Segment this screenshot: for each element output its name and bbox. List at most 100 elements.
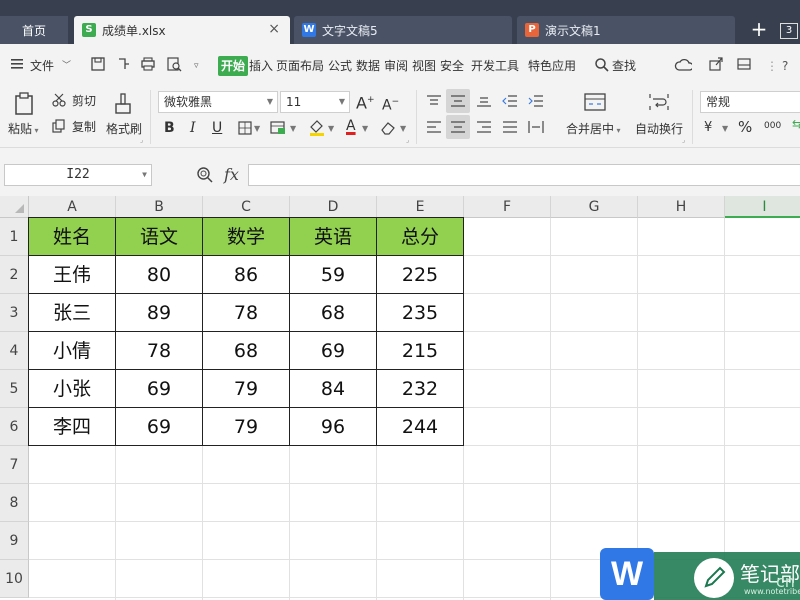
row-header-9[interactable]: 9 (0, 522, 29, 560)
table-cell[interactable]: 96 (290, 408, 377, 446)
increase-indent-icon[interactable] (528, 94, 544, 108)
tab-yanshi-wengao1[interactable]: P 演示文稿1 (517, 16, 735, 44)
underline-icon[interactable]: U (212, 120, 222, 136)
select-all-button[interactable] (0, 196, 29, 218)
table-cell[interactable]: 84 (290, 370, 377, 408)
align-top-icon[interactable] (426, 94, 442, 108)
currency-icon[interactable]: ¥ (704, 120, 712, 136)
bold-icon[interactable]: B (164, 120, 175, 136)
column-header-a[interactable]: A (29, 196, 116, 218)
column-header-c[interactable]: C (203, 196, 290, 218)
percent-button[interactable]: % (738, 119, 752, 135)
table-cell[interactable]: 小张 (29, 370, 116, 408)
table-cell[interactable]: 78 (116, 332, 203, 370)
table-cell[interactable]: 244 (377, 408, 464, 446)
align-right-icon[interactable] (476, 120, 492, 134)
spreadsheet-grid[interactable]: A B C D E F G H I 1 2 3 4 5 6 7 8 9 10 姓名 语文 数学 英语 总分 王伟 80 86 59 22… (0, 196, 800, 600)
file-menu[interactable]: 文件 (30, 56, 54, 76)
save-icon[interactable] (90, 56, 108, 74)
menu-item-kaishi[interactable]: 开始 (218, 56, 249, 76)
row-header-7[interactable]: 7 (0, 446, 29, 484)
hamburger-menu-icon[interactable] (10, 57, 28, 75)
column-header-g[interactable]: G (551, 196, 638, 218)
table-cell[interactable]: 69 (290, 332, 377, 370)
format-painter-icon[interactable] (112, 92, 136, 116)
table-cell[interactable]: 张三 (29, 294, 116, 332)
table-cell[interactable]: 王伟 (29, 256, 116, 294)
chevron-down-icon[interactable]: ▼ (254, 121, 260, 137)
table-cell[interactable]: 232 (377, 370, 464, 408)
align-left-icon[interactable] (426, 120, 442, 134)
print-preview-icon[interactable] (166, 56, 184, 74)
number-format-select[interactable]: 常规 (700, 91, 800, 113)
menu-item-gongshi[interactable]: 公式 (328, 56, 352, 76)
column-header-i[interactable]: I (725, 196, 800, 218)
menu-item-shenyue[interactable]: 审阅 (384, 56, 408, 76)
table-cell[interactable]: 78 (203, 294, 290, 332)
decrease-indent-icon[interactable] (502, 94, 518, 108)
table-cell[interactable]: 68 (203, 332, 290, 370)
quick-access-dropdown-icon[interactable]: ▿ (194, 56, 199, 76)
row-header-1[interactable]: 1 (0, 218, 29, 256)
row-header-2[interactable]: 2 (0, 256, 29, 294)
wrap-text-button[interactable]: 自动换行 (635, 121, 683, 137)
scissors-icon[interactable] (52, 93, 66, 107)
paste-button[interactable]: 粘贴 ▾ (8, 121, 39, 139)
name-box[interactable]: I22 ▼ (4, 164, 152, 186)
new-tab-button[interactable]: + (748, 18, 770, 42)
increase-font-icon[interactable]: A+ (356, 92, 375, 111)
find-button[interactable]: 查找 (612, 56, 636, 76)
tab-wenzi-wengao5[interactable]: W 文字文稿5 (294, 16, 512, 44)
table-cell[interactable]: 李四 (29, 408, 116, 446)
cut-button[interactable]: 剪切 (72, 93, 96, 109)
thousands-separator-button[interactable]: 000 (764, 118, 781, 134)
chevron-down-icon[interactable]: ﹀ (62, 56, 71, 76)
table-header-cell[interactable]: 英语 (290, 218, 377, 256)
tab-chengjidan[interactable]: S 成绩单.xlsx × (74, 16, 290, 44)
chevron-down-icon[interactable]: ▼ (362, 121, 368, 137)
table-cell[interactable]: 86 (203, 256, 290, 294)
font-dialog-launcher-icon[interactable]: ⌟ (406, 132, 409, 148)
table-cell[interactable]: 235 (377, 294, 464, 332)
format-painter-button[interactable]: 格式刷 (106, 121, 142, 137)
insert-function-button[interactable]: fx (224, 165, 239, 184)
chevron-down-icon[interactable]: ▼ (328, 121, 334, 137)
table-cell[interactable]: 215 (377, 332, 464, 370)
paste-icon[interactable] (12, 92, 36, 116)
table-header-cell[interactable]: 数学 (203, 218, 290, 256)
help-button[interactable]: ? (782, 56, 788, 76)
column-header-f[interactable]: F (464, 196, 551, 218)
table-header-cell[interactable]: 总分 (377, 218, 464, 256)
share-icon[interactable] (708, 56, 726, 74)
merge-center-button[interactable]: 合并居中 ▾ (566, 121, 621, 139)
search-icon[interactable] (594, 57, 612, 75)
table-header-cell[interactable]: 语文 (116, 218, 203, 256)
row-header-6[interactable]: 6 (0, 408, 29, 446)
borders-icon[interactable] (238, 121, 252, 135)
alignment-dialog-launcher-icon[interactable]: ⌟ (682, 132, 685, 148)
merge-center-icon[interactable] (584, 92, 606, 112)
table-cell[interactable]: 69 (116, 408, 203, 446)
copy-icon[interactable] (52, 119, 66, 133)
decimal-icon[interactable]: ⇆ (792, 116, 800, 132)
table-cell[interactable]: 80 (116, 256, 203, 294)
menu-item-kaifa-gongju[interactable]: 开发工具 (471, 56, 519, 76)
column-header-b[interactable]: B (116, 196, 203, 218)
font-name-select[interactable]: 微软雅黑 ▼ (158, 91, 278, 113)
wrap-text-icon[interactable] (648, 92, 670, 112)
row-header-3[interactable]: 3 (0, 294, 29, 332)
table-cell[interactable]: 79 (203, 370, 290, 408)
row-header-5[interactable]: 5 (0, 370, 29, 408)
column-header-d[interactable]: D (290, 196, 377, 218)
clipboard-dialog-launcher-icon[interactable]: ⌟ (140, 132, 143, 148)
row-header-8[interactable]: 8 (0, 484, 29, 522)
formula-input[interactable] (248, 164, 800, 186)
fill-color-icon[interactable] (308, 119, 326, 137)
table-header-cell[interactable]: 姓名 (29, 218, 116, 256)
font-size-select[interactable]: 11 ▼ (280, 91, 350, 113)
table-cell[interactable]: 79 (203, 408, 290, 446)
inbox-icon[interactable] (736, 56, 754, 74)
align-bottom-icon[interactable] (476, 94, 492, 108)
table-cell[interactable]: 68 (290, 294, 377, 332)
cloud-sync-icon[interactable] (674, 56, 692, 74)
